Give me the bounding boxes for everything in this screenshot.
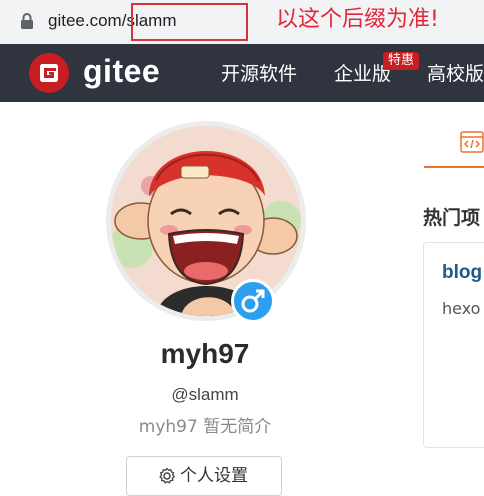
male-gender-icon [231,279,275,323]
gear-icon [159,467,175,484]
active-tab-indicator [424,166,484,168]
gitee-logo-text[interactable]: gitee [83,52,160,90]
repo-name-link[interactable]: blog [442,261,482,285]
profile-bio: myh97 暂无简介 [138,417,272,437]
profile-handle: @slamm [171,385,239,404]
repo-description: hexo [442,299,481,318]
code-tab-icon[interactable] [460,131,484,153]
annotation-highlight-box [131,3,248,41]
url-host: gitee.com/ [48,11,127,30]
lock-icon [21,13,33,29]
promo-badge: 特惠 [383,52,420,70]
nav-item-education[interactable]: 高校版 [427,62,484,86]
avatar[interactable] [111,126,301,316]
profile-display-name: myh97 [160,338,250,369]
popular-projects-heading: 热门项 [423,207,481,229]
personal-settings-button[interactable]: 个人设置 [126,456,282,496]
avatar-illustration [111,126,301,316]
nav-item-open-source[interactable]: 开源软件 [221,62,297,86]
browser-address-bar[interactable]: gitee.com/slamm 以这个后缀为准! [0,0,484,44]
gitee-logo-icon[interactable] [29,53,69,93]
annotation-note: 以这个后缀为准! [276,7,439,32]
